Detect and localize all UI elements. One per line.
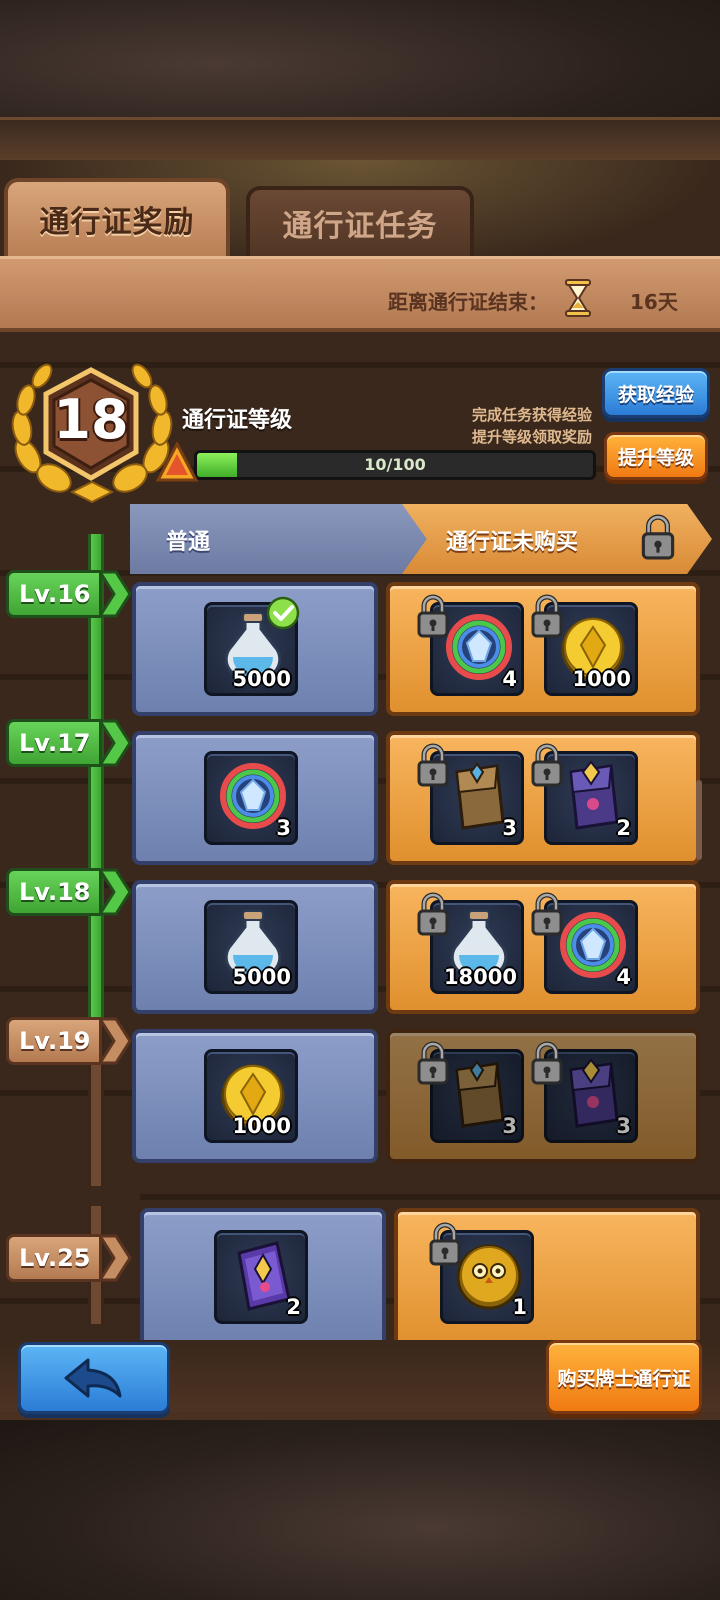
level-tag: Lv.17 (6, 719, 102, 767)
level-tag: Lv.19 (6, 1017, 102, 1065)
reward-quantity: 2 (616, 816, 631, 840)
reward-slot[interactable]: 1000 (204, 1049, 298, 1143)
xp-progress-text: 10/100 (364, 455, 426, 474)
pass-level-title: 通行证等级 (182, 408, 293, 433)
chevron-right-icon (98, 719, 132, 767)
back-arrow-icon (64, 1358, 122, 1398)
reward-quantity: 1000 (572, 667, 631, 691)
lock-icon (417, 892, 449, 936)
reward-quantity: 5000 (232, 667, 291, 691)
hint-complete-tasks: 完成任务获得经验 (471, 406, 592, 424)
rail-gap (0, 1186, 140, 1206)
level-tag: Lv.25 (6, 1234, 102, 1282)
lock-icon (417, 743, 449, 787)
lock-icon (531, 743, 563, 787)
check-icon (266, 596, 300, 630)
reward-quantity: 3 (276, 816, 291, 840)
hourglass-icon (565, 279, 591, 317)
lock-icon (429, 1222, 461, 1266)
upgrade-level-button[interactable]: 提升等级 (604, 432, 708, 480)
back-button[interactable] (18, 1342, 170, 1414)
countdown-label: 距离通行证结束： (388, 290, 548, 314)
reward-slot[interactable]: 5000 (204, 900, 298, 994)
chevron-right-icon (98, 1234, 132, 1282)
reward-quantity: 3 (502, 816, 517, 840)
reward-quantity: 3 (502, 1114, 517, 1138)
level-tag: Lv.18 (6, 868, 102, 916)
lock-icon (641, 514, 675, 560)
reward-quantity: 18000 (443, 965, 517, 989)
bottom-background (0, 1410, 720, 1600)
get-exp-button[interactable]: 获取经验 (602, 368, 710, 418)
reward-slot[interactable]: 2 (214, 1230, 308, 1324)
chevron-right-icon (98, 570, 132, 618)
chevron-right-icon (98, 1017, 132, 1065)
free-track-label: 普通 (166, 530, 211, 555)
premium-track-label: 通行证未购买 (446, 530, 579, 555)
tab-pass-rewards[interactable]: 通行证奖励 (4, 178, 230, 256)
reward-slot[interactable]: 3 (204, 751, 298, 845)
chevron-right-icon (98, 868, 132, 916)
reward-quantity: 2 (286, 1295, 301, 1319)
pass-level-number: 18 (53, 388, 129, 451)
reward-quantity: 4 (616, 965, 631, 989)
reward-quantity: 4 (502, 667, 517, 691)
reward-quantity: 3 (616, 1114, 631, 1138)
countdown-banner (0, 256, 720, 332)
lock-icon (417, 594, 449, 638)
lock-icon (417, 1041, 449, 1085)
reward-quantity: 5000 (232, 965, 291, 989)
scrollbar[interactable] (696, 780, 702, 860)
reward-quantity: 1000 (232, 1114, 291, 1138)
lock-icon (531, 892, 563, 936)
tab-pass-tasks[interactable]: 通行证任务 (246, 186, 474, 256)
countdown-value: 16天 (630, 290, 678, 314)
lock-icon (531, 1041, 563, 1085)
reward-quantity: 1 (512, 1295, 527, 1319)
top-background (0, 0, 720, 160)
hint-upgrade-rewards: 提升等级领取奖励 (471, 428, 592, 446)
level-tag: Lv.16 (6, 570, 102, 618)
buy-pass-button[interactable]: 购买牌士通行证 (546, 1340, 702, 1414)
exp-gem-icon (156, 442, 198, 482)
lock-icon (531, 594, 563, 638)
